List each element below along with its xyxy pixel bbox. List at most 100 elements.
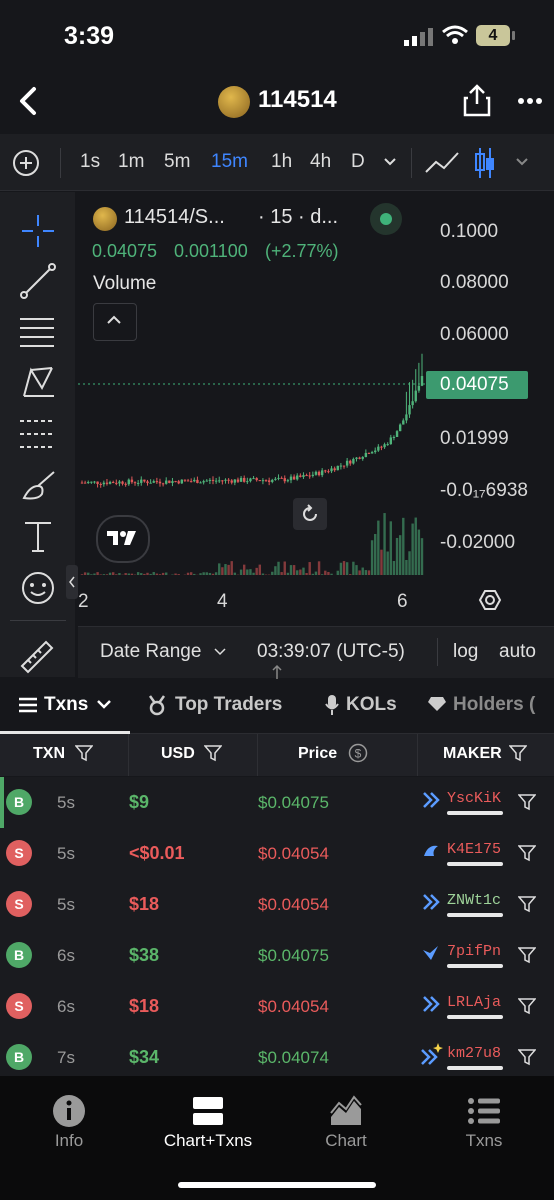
table-row[interactable]: S 5s <$0.01 $0.04054 K4E175 (0, 828, 554, 880)
filter-icon[interactable] (75, 744, 93, 762)
interval-5m[interactable]: 5m (164, 151, 190, 173)
candle-body (108, 481, 112, 484)
area-chart-icon[interactable] (329, 1095, 363, 1127)
chevron-up-icon[interactable] (106, 315, 122, 325)
candle-body (115, 482, 118, 484)
volume-bar (361, 567, 364, 575)
volume-bar (380, 549, 383, 575)
brush-icon[interactable] (20, 468, 58, 502)
volume-bar (189, 572, 193, 575)
volume-bar (243, 564, 246, 575)
table-row[interactable]: B 6s $38 $0.04075 7pifPn (0, 930, 554, 982)
nav-txns[interactable]: Txns (444, 1131, 524, 1151)
pattern-icon[interactable] (20, 364, 56, 400)
volume-bar (280, 572, 283, 575)
chevron-down-icon[interactable] (383, 157, 397, 167)
fib-lines-icon[interactable] (18, 315, 56, 349)
filter-icon[interactable] (518, 793, 536, 811)
candle-body (102, 482, 106, 485)
chart-change-pct: (+2.77%) (265, 241, 339, 261)
side-badge: B (6, 789, 32, 815)
candle-icon[interactable] (473, 146, 497, 180)
row-usd: <$0.01 (129, 843, 185, 863)
interval-1s[interactable]: 1s (80, 151, 100, 173)
candle-body (186, 480, 190, 482)
nav-chart[interactable]: Chart (306, 1131, 386, 1151)
filter-icon[interactable] (518, 844, 536, 862)
volume-label: Volume (93, 273, 157, 294)
row-maker[interactable]: ZNWt1c (447, 892, 501, 909)
interval-4h[interactable]: 4h (310, 151, 331, 173)
tab-kols[interactable]: KOLs (346, 694, 397, 716)
interval-1m[interactable]: 1m (118, 151, 144, 173)
volume-bar (127, 573, 130, 575)
table-row[interactable]: S 6s $18 $0.04054 LRLAja (0, 981, 554, 1033)
list-icon[interactable] (467, 1097, 501, 1125)
text-icon[interactable] (22, 520, 54, 554)
filter-icon[interactable] (518, 895, 536, 913)
chart-settings-icon[interactable] (478, 588, 502, 612)
volume-bar (199, 573, 202, 575)
row-age: 6s (57, 997, 75, 1016)
log-scale-toggle[interactable]: log (453, 641, 478, 663)
tab-txns[interactable]: Txns (44, 694, 88, 716)
nav-info[interactable]: Info (30, 1131, 108, 1151)
row-age: 5s (57, 844, 75, 863)
line-chart-icon[interactable] (424, 150, 460, 176)
filter-icon[interactable] (204, 744, 222, 762)
candle-body (189, 481, 193, 483)
volume-bar (374, 534, 377, 575)
interval-15m[interactable]: 15m (211, 151, 248, 173)
filter-icon[interactable] (518, 1048, 536, 1066)
candle-body (224, 479, 227, 481)
nav-chart-txns[interactable]: Chart+Txns (150, 1131, 266, 1151)
date-range-button[interactable]: Date Range (100, 641, 201, 663)
candle-body (333, 468, 336, 471)
tab-top-traders[interactable]: Top Traders (175, 694, 282, 716)
divider (10, 620, 66, 621)
chevron-left-icon[interactable] (68, 575, 76, 589)
add-indicator-icon[interactable] (12, 149, 40, 177)
measure-lines-icon[interactable] (18, 417, 56, 451)
interval-1h[interactable]: 1h (271, 151, 292, 173)
share-icon[interactable] (463, 84, 491, 118)
volume-bar (246, 569, 249, 575)
table-row[interactable]: B 5s $9 $0.04075 YscKiK (0, 777, 554, 829)
tab-holders[interactable]: Holders ( (453, 694, 535, 716)
interval-1d[interactable]: D (351, 151, 365, 173)
back-icon[interactable] (16, 86, 40, 116)
candle-body (214, 480, 218, 482)
row-age: 5s (57, 895, 75, 914)
auto-scale-toggle[interactable]: auto (499, 641, 536, 663)
volume-bar (158, 574, 162, 575)
filter-icon[interactable] (518, 997, 536, 1015)
emoji-icon[interactable] (20, 570, 56, 606)
candle-body (127, 479, 130, 485)
sparkle-wallet-icon (420, 1042, 444, 1066)
row-maker[interactable]: K4E175 (447, 841, 501, 858)
chevron-down-icon[interactable] (515, 157, 529, 167)
volume-bar (255, 567, 258, 575)
more-icon[interactable] (517, 97, 543, 105)
chevron-down-icon[interactable] (96, 699, 112, 709)
row-maker[interactable]: km27u8 (447, 1045, 501, 1062)
table-row[interactable]: S 5s $18 $0.04054 ZNWt1c (0, 879, 554, 931)
crosshair-icon[interactable] (20, 213, 56, 249)
currency-toggle-icon[interactable]: $ (348, 743, 368, 763)
volume-bar (105, 574, 109, 575)
chevron-down-icon[interactable] (214, 648, 226, 656)
volume-bar (317, 561, 321, 575)
chart-txns-icon[interactable] (192, 1096, 224, 1126)
ruler-icon[interactable] (18, 638, 56, 674)
info-icon[interactable] (52, 1094, 86, 1128)
volume-bar (305, 573, 308, 575)
trend-line-icon[interactable] (20, 263, 56, 299)
volume-bar (314, 571, 318, 575)
filter-icon[interactable] (509, 744, 527, 762)
candle-body (230, 480, 233, 483)
row-maker[interactable]: 7pifPn (447, 943, 501, 960)
row-maker[interactable]: LRLAja (447, 994, 501, 1011)
refresh-icon[interactable] (300, 504, 320, 524)
filter-icon[interactable] (518, 946, 536, 964)
row-maker[interactable]: YscKiK (447, 790, 501, 807)
